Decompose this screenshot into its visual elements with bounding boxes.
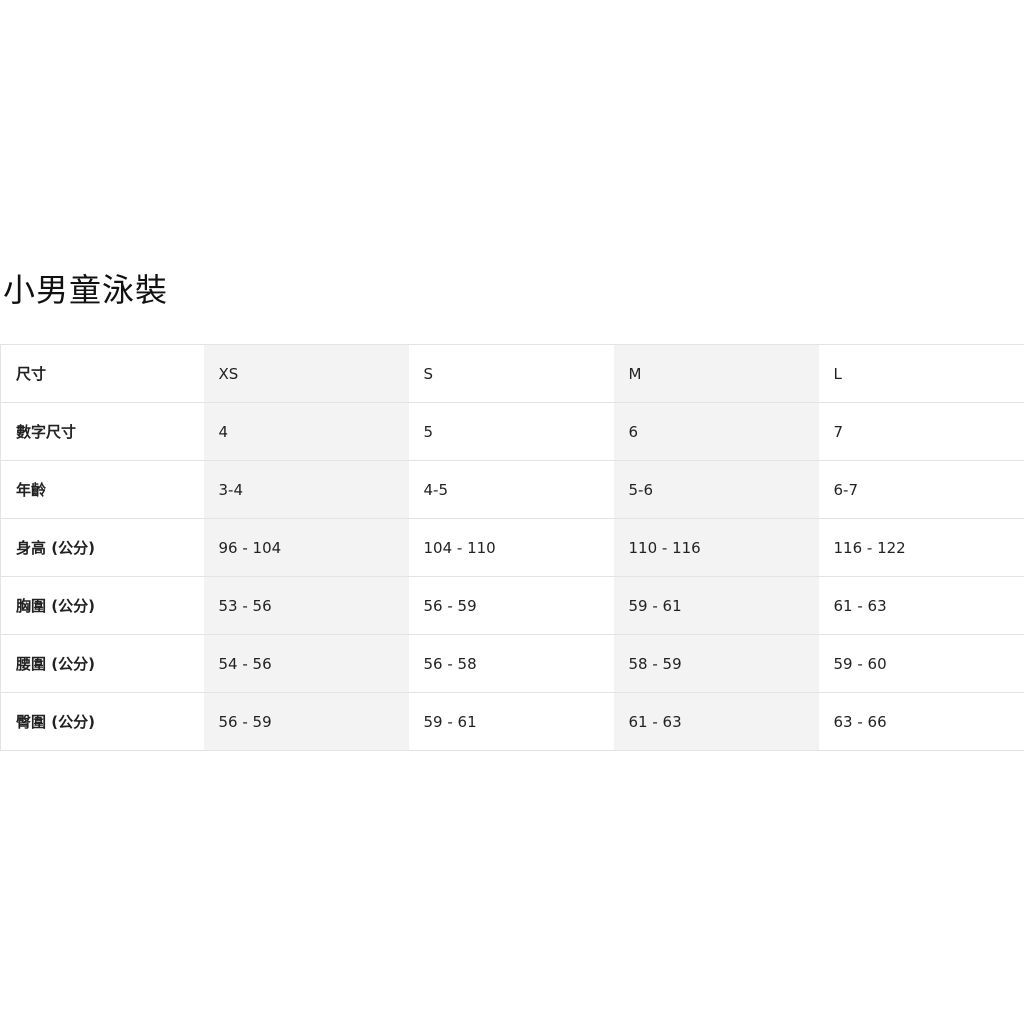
cell-hip-s: 59 - 61: [408, 692, 614, 751]
cell-age-s: 4-5: [408, 460, 614, 519]
cell-waist-l: 59 - 60: [818, 634, 1024, 693]
cell-chest-l: 61 - 63: [818, 576, 1024, 635]
cell-height-xs: 96 - 104: [203, 518, 409, 577]
size-chart-table: 尺寸 XS S M L 數字尺寸 4 5 6 7 年齡 3-4 4-5 5-6 …: [0, 344, 1024, 751]
row-label-waist: 腰圍 (公分): [0, 634, 204, 693]
cell-waist-xs: 54 - 56: [203, 634, 409, 693]
cell-hip-xs: 56 - 59: [203, 692, 409, 751]
table-row-numeric-size: 數字尺寸 4 5 6 7: [0, 402, 1024, 461]
cell-age-l: 6-7: [818, 460, 1024, 519]
table-row-size: 尺寸 XS S M L: [0, 344, 1024, 403]
table-row-age: 年齡 3-4 4-5 5-6 6-7: [0, 460, 1024, 519]
row-label-numeric-size: 數字尺寸: [0, 402, 204, 461]
row-label-hip: 臀圍 (公分): [0, 692, 204, 751]
cell-age-xs: 3-4: [203, 460, 409, 519]
cell-size-s: S: [408, 344, 614, 403]
row-label-chest: 胸圍 (公分): [0, 576, 204, 635]
cell-size-xs: XS: [203, 344, 409, 403]
cell-size-l: L: [818, 344, 1024, 403]
cell-hip-m: 61 - 63: [613, 692, 819, 751]
cell-hip-l: 63 - 66: [818, 692, 1024, 751]
cell-waist-s: 56 - 58: [408, 634, 614, 693]
cell-height-m: 110 - 116: [613, 518, 819, 577]
table-row-height: 身高 (公分) 96 - 104 104 - 110 110 - 116 116…: [0, 518, 1024, 577]
row-label-size: 尺寸: [0, 344, 204, 403]
cell-numeric-size-m: 6: [613, 402, 819, 461]
cell-height-l: 116 - 122: [818, 518, 1024, 577]
cell-size-m: M: [613, 344, 819, 403]
cell-numeric-size-s: 5: [408, 402, 614, 461]
cell-chest-m: 59 - 61: [613, 576, 819, 635]
cell-waist-m: 58 - 59: [613, 634, 819, 693]
cell-chest-xs: 53 - 56: [203, 576, 409, 635]
row-label-age: 年齡: [0, 460, 204, 519]
cell-age-m: 5-6: [613, 460, 819, 519]
row-label-height: 身高 (公分): [0, 518, 204, 577]
table-row-hip: 臀圍 (公分) 56 - 59 59 - 61 61 - 63 63 - 66: [0, 692, 1024, 751]
cell-height-s: 104 - 110: [408, 518, 614, 577]
cell-numeric-size-xs: 4: [203, 402, 409, 461]
page-title: 小男童泳裝: [3, 271, 169, 309]
table-row-waist: 腰圍 (公分) 54 - 56 56 - 58 58 - 59 59 - 60: [0, 634, 1024, 693]
cell-chest-s: 56 - 59: [408, 576, 614, 635]
table-row-chest: 胸圍 (公分) 53 - 56 56 - 59 59 - 61 61 - 63: [0, 576, 1024, 635]
cell-numeric-size-l: 7: [818, 402, 1024, 461]
